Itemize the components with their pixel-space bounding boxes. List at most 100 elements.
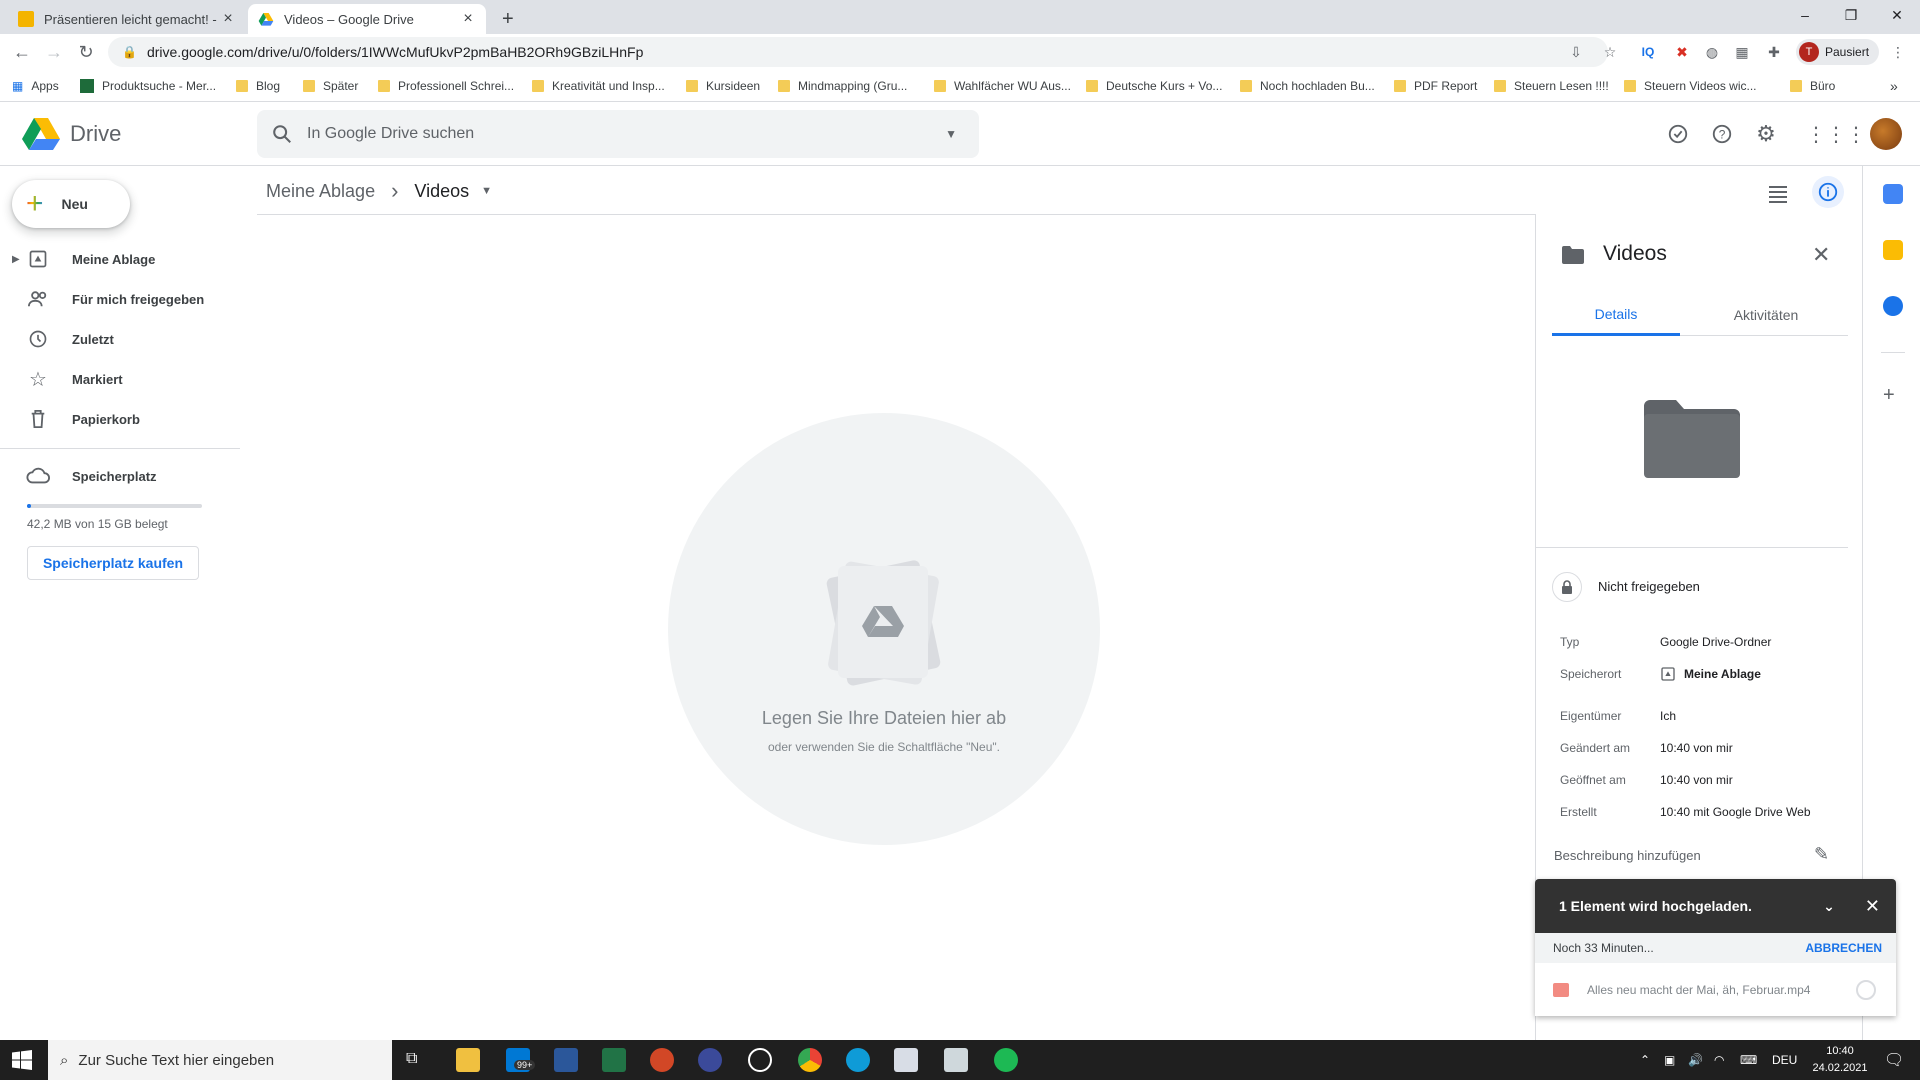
add-description[interactable]: Beschreibung hinzufügen (1554, 848, 1701, 863)
keep-icon[interactable] (1883, 240, 1903, 260)
iq-extension-icon[interactable]: IQ (1638, 42, 1658, 62)
powerpoint-icon[interactable] (650, 1048, 674, 1072)
bookmark-item[interactable]: Später (303, 76, 358, 96)
extension-badge-icon[interactable]: ✖ (1672, 42, 1692, 62)
sidebar-item-trash[interactable]: Papierkorb (0, 403, 240, 435)
bookmark-item[interactable]: Steuern Lesen !!!! (1494, 76, 1609, 96)
mail-icon[interactable]: 99+ (506, 1048, 536, 1072)
grid-extension-icon[interactable]: ▦ (1732, 42, 1752, 62)
drive-logo[interactable]: Drive (22, 118, 121, 150)
chrome-menu-icon[interactable]: ⋮ (1888, 42, 1908, 62)
sidebar-item-starred[interactable]: ☆ Markiert (0, 363, 240, 395)
keyboard-icon[interactable]: ⌨ (1740, 1040, 1757, 1080)
bookmark-item[interactable]: Büro (1790, 76, 1835, 96)
vpn-extension-icon[interactable]: ◍ (1702, 42, 1722, 62)
task-view-icon[interactable]: ⧉ (406, 1050, 417, 1068)
sidebar-item-shared[interactable]: Für mich freigegeben (0, 283, 240, 315)
chrome-icon[interactable] (798, 1048, 822, 1072)
browser-tab-drive[interactable]: Videos – Google Drive × (248, 4, 486, 34)
browser-tab-slides[interactable]: Präsentieren leicht gemacht! - G × (8, 4, 246, 34)
tasks-icon[interactable] (1883, 296, 1903, 316)
cancel-upload-button[interactable]: ABBRECHEN (1805, 941, 1882, 955)
bookmark-apps[interactable]: ▦ Apps (12, 76, 59, 96)
calendar-icon[interactable] (1883, 184, 1903, 204)
spotify-icon[interactable] (994, 1048, 1018, 1072)
bookmark-item[interactable]: Blog (236, 76, 280, 96)
close-tab-icon[interactable]: × (220, 10, 236, 28)
bookmark-star-icon[interactable]: ☆ (1600, 42, 1620, 62)
app-icon[interactable] (698, 1048, 722, 1072)
search-bar[interactable]: In Google Drive suchen ▼ (257, 110, 979, 158)
close-upload-icon[interactable]: ✕ (1865, 896, 1880, 917)
bookmark-item[interactable]: Mindmapping (Gru... (778, 76, 907, 96)
bookmark-item[interactable]: Kreativität und Insp... (532, 76, 665, 96)
wifi-icon[interactable]: ◠ (1714, 1040, 1724, 1080)
close-tab-icon[interactable]: × (460, 10, 476, 28)
edit-pencil-icon[interactable]: ✎ (1814, 844, 1829, 865)
expand-caret-icon[interactable]: ▶ (12, 254, 20, 265)
new-tab-button[interactable]: + (492, 4, 526, 34)
breadcrumb-current[interactable]: Videos (414, 181, 469, 202)
clock[interactable]: 10:40 24.02.2021 (1808, 1043, 1872, 1077)
bookmarks-more-icon[interactable]: » (1890, 76, 1898, 96)
account-avatar[interactable] (1870, 118, 1902, 150)
buy-storage-button[interactable]: Speicherplatz kaufen (27, 546, 199, 580)
tab-activity[interactable]: Aktivitäten (1702, 294, 1830, 336)
bookmark-item[interactable]: Professionell Schrei... (378, 76, 514, 96)
tab-details[interactable]: Details (1552, 294, 1680, 336)
bookmark-item[interactable]: Steuern Videos wic... (1624, 76, 1757, 96)
close-window-button[interactable]: ✕ (1874, 0, 1920, 30)
word-icon[interactable] (554, 1048, 578, 1072)
search-icon[interactable] (271, 123, 293, 145)
add-addon-icon[interactable]: + (1883, 384, 1895, 407)
restore-button[interactable]: ❐ (1828, 0, 1874, 30)
taskbar-search-input[interactable]: Zur Suche Text hier eingeben (78, 1052, 274, 1069)
list-view-icon[interactable] (1764, 180, 1792, 208)
close-details-icon[interactable]: ✕ (1812, 242, 1830, 268)
back-icon[interactable]: ← (8, 38, 36, 66)
reload-icon[interactable]: ↻ (72, 38, 100, 66)
location-link[interactable]: Meine Ablage (1660, 666, 1761, 682)
bookmark-item[interactable]: Produktsuche - Mer... (80, 76, 216, 96)
puzzle-icon[interactable]: ✚ (1764, 42, 1784, 62)
taskbar-search[interactable]: ⌕ Zur Suche Text hier eingeben (48, 1040, 392, 1080)
excel-icon[interactable] (602, 1048, 626, 1072)
sidebar-item-recent[interactable]: Zuletzt (0, 323, 240, 355)
sidebar-item-storage[interactable]: Speicherplatz (0, 460, 240, 492)
address-bar[interactable]: 🔒 drive.google.com/drive/u/0/folders/1IW… (108, 37, 1608, 67)
search-options-icon[interactable]: ▼ (945, 127, 957, 141)
file-explorer-icon[interactable] (456, 1048, 480, 1072)
windows-start-icon[interactable] (12, 1050, 32, 1075)
notifications-icon[interactable]: 🗨 (1884, 1040, 1904, 1080)
minimize-button[interactable]: – (1782, 0, 1828, 30)
sidebar-item-my-drive[interactable]: ▶ Meine Ablage (0, 243, 240, 275)
app-window-icon[interactable] (894, 1048, 918, 1072)
volume-icon[interactable]: 🔊 (1688, 1040, 1703, 1080)
help-icon[interactable]: ? (1708, 120, 1736, 148)
notepad-icon[interactable] (944, 1048, 968, 1072)
settings-gear-icon[interactable]: ⚙ (1752, 120, 1780, 148)
info-icon[interactable] (1812, 176, 1844, 208)
bookmark-item[interactable]: Wahlfächer WU Aus... (934, 76, 1071, 96)
new-button[interactable]: + Neu (12, 180, 130, 228)
language-indicator[interactable]: DEU (1772, 1040, 1797, 1080)
bookmark-item[interactable]: Noch hochladen Bu... (1240, 76, 1375, 96)
breadcrumb: Meine Ablage › Videos ▼ (266, 178, 492, 204)
bookmark-item[interactable]: Deutsche Kurs + Vo... (1086, 76, 1222, 96)
offline-ready-icon[interactable] (1664, 120, 1692, 148)
google-apps-icon[interactable]: ⋮⋮⋮ (1806, 120, 1866, 148)
chevron-down-icon[interactable]: ▼ (481, 185, 492, 197)
breadcrumb-my-drive[interactable]: Meine Ablage (266, 181, 375, 202)
tray-app-icon[interactable]: ▣ (1664, 1040, 1675, 1080)
tray-overflow-icon[interactable]: ⌃ (1640, 1040, 1650, 1080)
profile-chip[interactable]: T Pausiert (1796, 39, 1880, 65)
obs-icon[interactable] (748, 1048, 772, 1072)
collapse-chevron-icon[interactable]: ⌄ (1823, 898, 1835, 915)
edge-icon[interactable] (846, 1048, 870, 1072)
forward-icon[interactable]: → (40, 38, 68, 66)
bookmark-item[interactable]: Kursideen (686, 76, 760, 96)
drop-zone[interactable] (668, 413, 1100, 845)
search-input[interactable]: In Google Drive suchen (307, 125, 945, 143)
install-icon[interactable]: ⇩ (1566, 42, 1586, 62)
bookmark-item[interactable]: PDF Report (1394, 76, 1477, 96)
